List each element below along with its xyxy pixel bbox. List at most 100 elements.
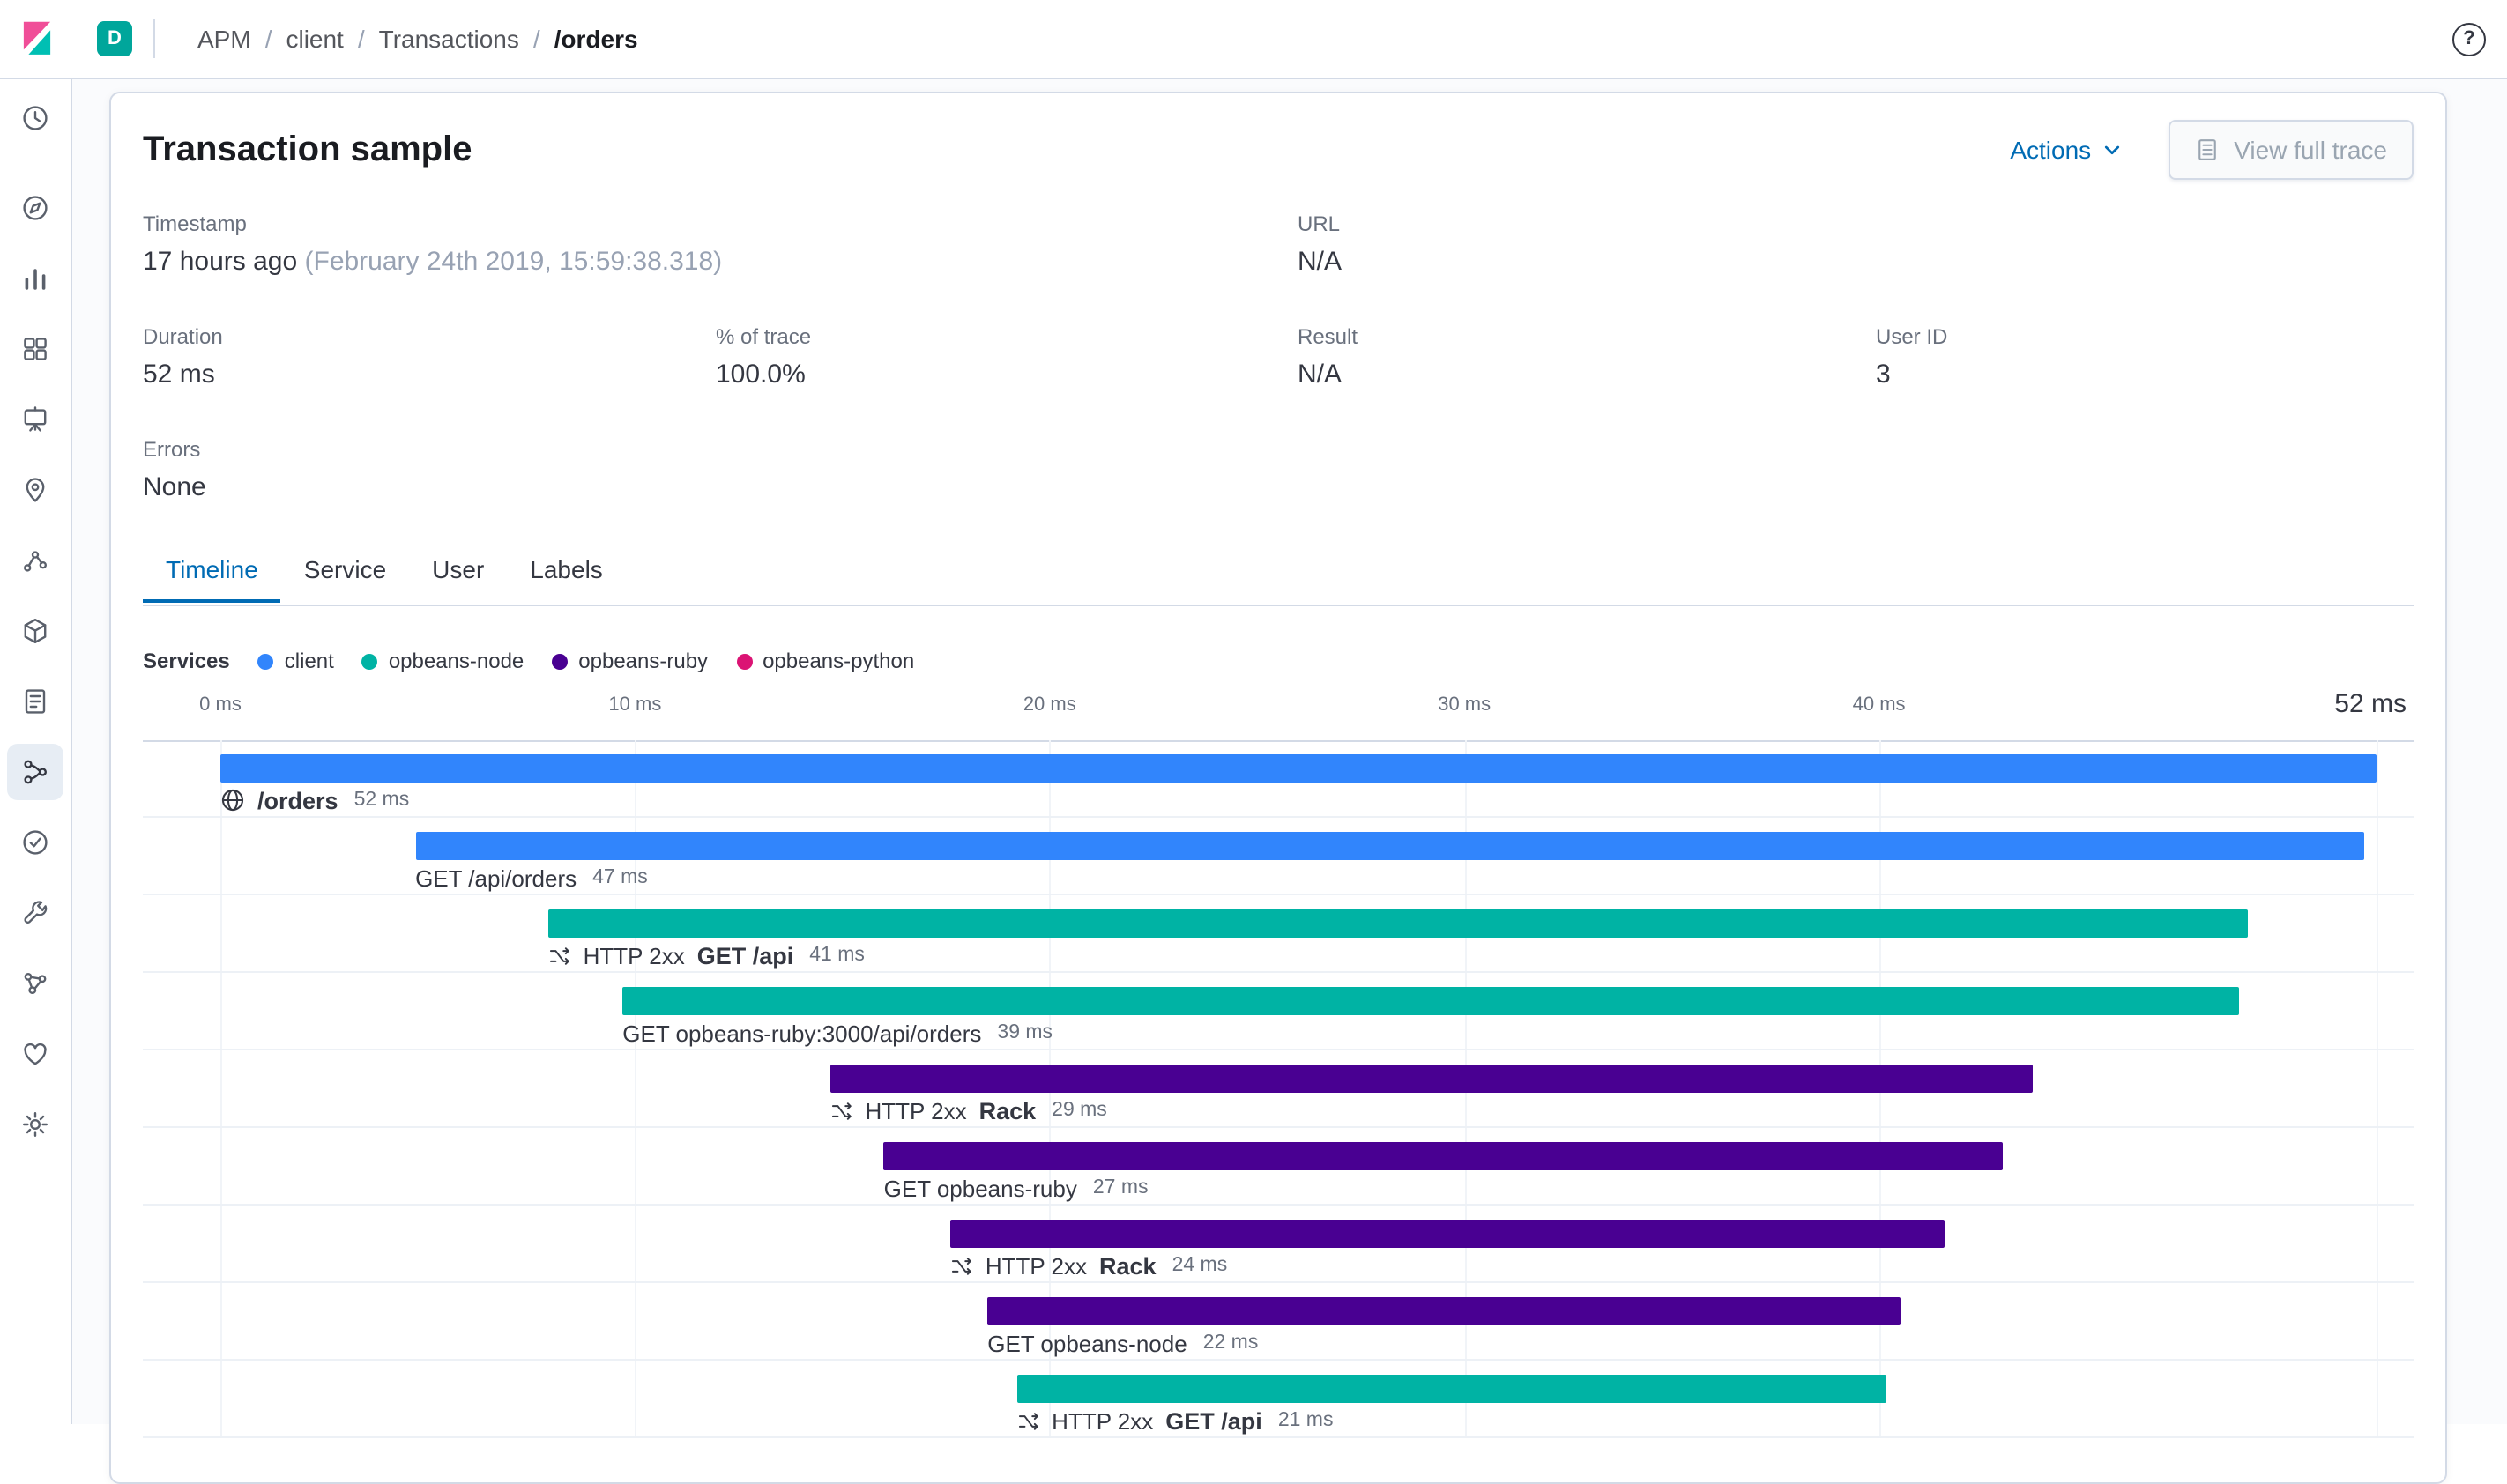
document-icon (2198, 139, 2216, 160)
legend-item-client: client (257, 649, 334, 673)
span-bar[interactable] (883, 1142, 2004, 1170)
pin-icon (26, 478, 45, 502)
timestamp-absolute: (February 24th 2019, 15:59:38.318) (304, 247, 723, 277)
sidebar-nav (0, 79, 72, 1424)
sidebar-item-canvas[interactable] (7, 391, 63, 448)
sidebar-item-recently-viewed[interactable] (7, 90, 63, 146)
span-duration: 39 ms (997, 1022, 1053, 1043)
meta-label: User ID (1876, 324, 1948, 349)
sidebar-item-apm[interactable] (7, 744, 63, 800)
breadcrumbs: APM / client / Transactions / /orders (197, 25, 638, 53)
waterfall: /orders 52 ms GET /api/orders 47 ms HTTP 2xx… (143, 740, 2414, 1438)
space-badge[interactable]: D (97, 21, 132, 56)
transaction-metadata: Timestamp 17 hours ago (February 24th 20… (143, 210, 2414, 506)
breadcrumb-item[interactable]: client (286, 25, 343, 53)
topbar-divider (153, 19, 155, 58)
meta-value: 100.0% (716, 360, 806, 390)
waterfall-row[interactable]: HTTP 2xx Rack 29 ms (143, 1050, 2414, 1128)
actions-label: Actions (2010, 136, 2092, 164)
meta-label: Duration (143, 324, 223, 349)
meta-value: None (143, 472, 206, 502)
span-label: HTTP 2xx Rack 24 ms (950, 1251, 1227, 1280)
waterfall-row[interactable]: GET opbeans-ruby:3000/api/orders 39 ms (143, 973, 2414, 1050)
span-label: HTTP 2xx Rack 29 ms (829, 1096, 1107, 1124)
sidebar-item-monitoring[interactable] (7, 1026, 63, 1082)
tab-timeline[interactable]: Timeline (143, 538, 281, 603)
sidebar-item-infrastructure[interactable] (7, 603, 63, 659)
clock-icon (23, 106, 48, 130)
sidebar-item-dev-tools[interactable] (7, 885, 63, 941)
breadcrumb-item[interactable]: APM (197, 25, 251, 53)
meta-label: Errors (143, 437, 201, 462)
span-name: GET /api (1165, 1407, 1262, 1434)
sidebar-item-dashboard[interactable] (7, 321, 63, 377)
span-duration: 22 ms (1202, 1332, 1259, 1354)
span-bar[interactable] (220, 754, 2377, 783)
top-bar: D APM / client / Transactions / /orders ? (0, 0, 2507, 79)
meta-duration: Duration 52 ms (143, 323, 716, 393)
span-name: GET /api/orders (415, 864, 577, 891)
axis-tick: 20 ms (1023, 694, 1076, 716)
sidebar-item-logs[interactable] (7, 673, 63, 730)
waterfall-row[interactable]: GET opbeans-node 22 ms (143, 1283, 2414, 1361)
sidebar-item-management[interactable] (7, 1096, 63, 1153)
span-bar[interactable] (622, 987, 2240, 1015)
tab-labels[interactable]: Labels (507, 538, 626, 603)
meta-user-id: User ID 3 (1876, 323, 2414, 393)
span-label: GET /api/orders 47 ms (415, 864, 648, 892)
meta-result: Result N/A (1298, 323, 1876, 393)
legend-label: opbeans-ruby (578, 649, 709, 673)
span-label: /orders 52 ms (220, 786, 409, 814)
span-duration: 41 ms (809, 945, 865, 966)
span-name: Rack (978, 1097, 1037, 1124)
waterfall-row[interactable]: HTTP 2xx Rack 24 ms (143, 1206, 2414, 1283)
span-label: HTTP 2xx GET /api 21 ms (1016, 1406, 1333, 1435)
tab-user[interactable]: User (409, 538, 507, 603)
tab-service[interactable]: Service (281, 538, 409, 603)
span-name: GET opbeans-node (987, 1330, 1187, 1356)
meta-errors: Errors None (143, 435, 716, 506)
easel-icon (24, 406, 47, 432)
sidebar-item-uptime[interactable] (7, 814, 63, 871)
ml-icon (23, 551, 47, 572)
span-duration: 52 ms (353, 790, 410, 811)
waterfall-row[interactable]: GET opbeans-ruby 27 ms (143, 1128, 2414, 1206)
bar-chart-icon (25, 269, 46, 290)
span-result: HTTP 2xx (985, 1252, 1087, 1279)
view-full-trace-button[interactable]: View full trace (2169, 120, 2414, 180)
span-duration: 27 ms (1092, 1177, 1149, 1198)
sidebar-item-machine-learning[interactable] (7, 532, 63, 589)
span-bar[interactable] (1016, 1375, 1887, 1403)
span-bar[interactable] (829, 1065, 2033, 1093)
legend-title: Services (143, 649, 230, 673)
meta-trace-percent: % of trace 100.0% (716, 323, 1298, 393)
time-axis: 52 ms 0 ms 10 ms 20 ms 30 ms 40 ms (143, 689, 2414, 742)
span-bar[interactable] (987, 1297, 1901, 1325)
sidebar-item-discover[interactable] (7, 180, 63, 236)
span-bar[interactable] (949, 1220, 1945, 1248)
merge-icon (950, 1254, 973, 1277)
heart-icon (24, 1043, 47, 1065)
services-legend-items: client opbeans-node opbeans-ruby opbeans-py… (257, 649, 915, 673)
kibana-logo[interactable] (0, 19, 72, 58)
help-icon[interactable]: ? (2452, 22, 2486, 56)
waterfall-row[interactable]: /orders 52 ms (143, 740, 2414, 818)
breadcrumb-item[interactable]: Transactions (379, 25, 519, 53)
check-circle-icon (23, 830, 48, 855)
actions-button[interactable]: Actions (2010, 136, 2123, 164)
span-name: /orders (257, 787, 338, 813)
merge-icon (548, 944, 571, 967)
sidebar-item-maps[interactable] (7, 462, 63, 518)
span-bar[interactable] (415, 832, 2364, 860)
sidebar-item-graph[interactable] (7, 955, 63, 1012)
legend-item-opbeans-ruby: opbeans-ruby (552, 649, 708, 673)
transaction-sample-panel: Transaction sample Actions View full tra… (109, 92, 2447, 1484)
waterfall-row[interactable]: HTTP 2xx GET /api 41 ms (143, 895, 2414, 973)
span-name: GET opbeans-ruby:3000/api/orders (622, 1020, 982, 1046)
legend-label: opbeans-python (763, 649, 915, 673)
sidebar-item-visualize[interactable] (7, 250, 63, 307)
waterfall-row[interactable]: GET /api/orders 47 ms (143, 818, 2414, 895)
doc-icon (25, 689, 46, 714)
waterfall-row[interactable]: HTTP 2xx GET /api 21 ms (143, 1361, 2414, 1438)
span-bar[interactable] (547, 909, 2249, 938)
